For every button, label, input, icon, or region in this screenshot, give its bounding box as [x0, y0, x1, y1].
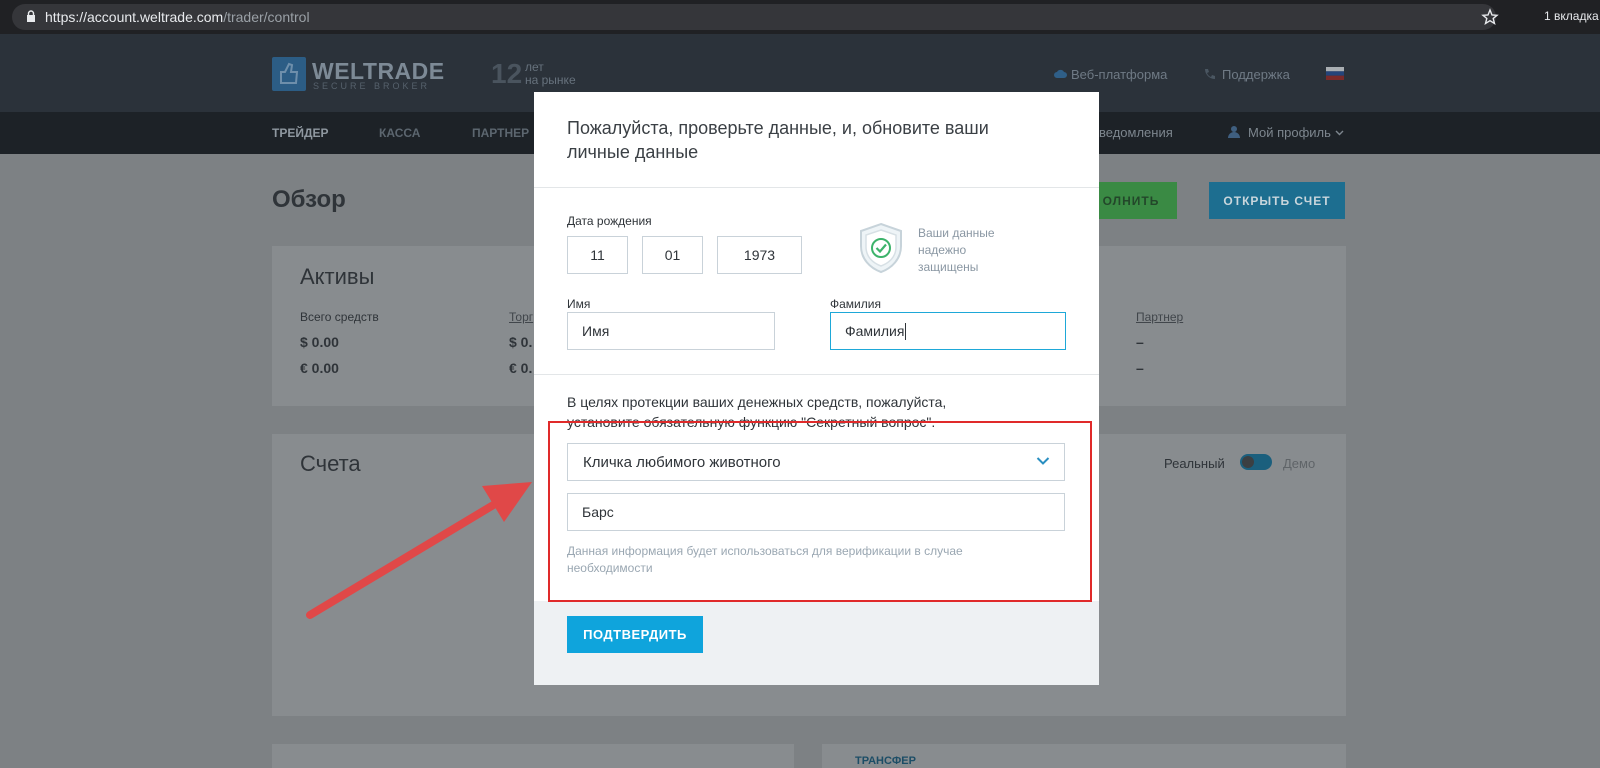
first-name-input[interactable]: Имя	[567, 312, 775, 350]
last-name-input[interactable]: Фамилия	[830, 312, 1066, 350]
modal-divider-mid	[534, 374, 1099, 375]
pointer-arrow-icon	[306, 482, 532, 619]
dob-label: Дата рождения	[567, 214, 652, 228]
trade-usd: $ 0.	[509, 334, 533, 350]
total-usd: $ 0.00	[300, 334, 339, 350]
confirm-button[interactable]: ПОДТВЕРДИТЬ	[567, 616, 703, 653]
bottom-card-left	[272, 744, 794, 768]
partner-link[interactable]: Партнер	[1136, 310, 1183, 324]
tabs-count[interactable]: 1 вкладка	[1544, 9, 1599, 23]
web-platform-link[interactable]: Веб-платформа	[1071, 67, 1167, 82]
trade-link[interactable]: Торг	[509, 310, 533, 324]
bookmark-star-icon[interactable]	[1480, 7, 1500, 27]
user-icon	[1228, 126, 1240, 138]
demo-label: Демо	[1283, 456, 1316, 471]
partner-value-2: –	[1136, 360, 1144, 376]
assets-title: Активы	[300, 264, 375, 289]
secure-data-text: Ваши данные надежно защищены	[918, 226, 995, 274]
highlight-box	[548, 421, 1092, 602]
browser-toolbar: https://account.weltrade.com/trader/cont…	[0, 0, 1600, 34]
transfer-label[interactable]: ТРАНСФЕР	[855, 755, 916, 767]
modal-divider-top	[534, 187, 1099, 188]
cloud-icon	[1054, 69, 1067, 78]
phone-icon	[1205, 69, 1215, 79]
bottom-card-right: ТРАНСФЕР	[822, 744, 1346, 768]
real-label: Реальный	[1164, 456, 1225, 471]
dob-day-input[interactable]: 11	[567, 236, 628, 274]
text-caret	[905, 322, 907, 340]
lock-icon	[27, 10, 35, 22]
total-funds-label: Всего средств	[300, 310, 379, 324]
trade-eur: € 0.	[509, 360, 533, 376]
modal-title: Пожалуйста, проверьте данные, и, обновит…	[567, 118, 989, 162]
logo[interactable]: WELTRADE SECURE BROKER	[272, 57, 444, 91]
logo-tagline: SECURE BROKER	[313, 81, 431, 91]
open-account-button[interactable]: ОТКРЫТЬ СЧЕТ	[1209, 182, 1345, 219]
total-eur: € 0.00	[300, 360, 339, 376]
shield-check-icon	[860, 222, 902, 274]
accounts-title: Счета	[300, 451, 361, 476]
nav-trader[interactable]: ТРЕЙДЕР	[272, 126, 329, 140]
modal-footer: ПОДТВЕРДИТЬ	[534, 601, 1099, 685]
real-demo-toggle[interactable]	[1240, 454, 1272, 470]
first-name-label: Имя	[567, 297, 591, 311]
nav-notifications[interactable]: ведомления	[1099, 125, 1173, 140]
url-text: https://account.weltrade.com/trader/cont…	[45, 9, 310, 25]
dob-year-input[interactable]: 1973	[717, 236, 802, 274]
support-link[interactable]: Поддержка	[1222, 67, 1290, 82]
nav-profile[interactable]: Мой профиль	[1248, 125, 1331, 140]
flag-ru-icon[interactable]	[1326, 67, 1344, 80]
logo-mark-icon	[272, 57, 306, 91]
partner-value-1: –	[1136, 334, 1144, 350]
address-bar[interactable]: https://account.weltrade.com/trader/cont…	[12, 4, 1499, 30]
nav-cashier[interactable]: КАССА	[379, 126, 420, 140]
toggle-knob	[1242, 456, 1254, 468]
chevron-down-icon	[1335, 130, 1344, 136]
page-title: Обзор	[272, 186, 346, 213]
nav-partner[interactable]: ПАРТНЕР	[472, 126, 529, 140]
last-name-label: Фамилия	[830, 297, 881, 311]
dob-month-input[interactable]: 01	[642, 236, 703, 274]
